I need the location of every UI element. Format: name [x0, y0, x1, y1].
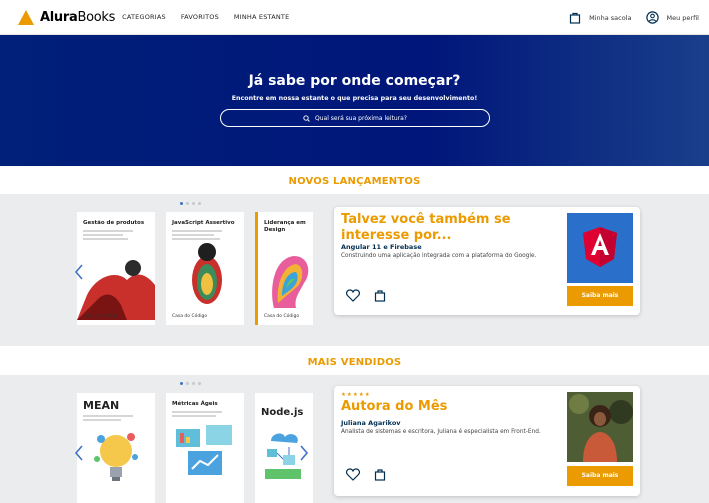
launches-carousel-dots: [180, 202, 204, 205]
logo-icon: [18, 9, 34, 25]
book-illustration: [94, 433, 138, 481]
nav-favoritos[interactable]: FAVORITOS: [181, 13, 219, 21]
book-illustration: [77, 260, 155, 320]
shopping-bag-icon[interactable]: [374, 289, 386, 302]
author-photo: [567, 392, 633, 462]
carousel-dot[interactable]: [186, 382, 189, 385]
launches-title: NOVOS LANÇAMENTOS: [288, 176, 421, 187]
angular-logo-icon: [583, 227, 617, 267]
card-description: Analista de sistemas e escritora, Julian…: [341, 429, 541, 435]
nav-minha-estante[interactable]: MINHA ESTANTE: [234, 13, 289, 21]
book-illustration: [176, 425, 232, 475]
bestsellers-band: MEAN Métricas Ágeis Node.js ★★★★★ Autora…: [0, 375, 709, 503]
book-title: Gestão de produtos: [83, 220, 145, 226]
search-icon: [303, 114, 310, 122]
book-cover[interactable]: Liderança em Design Casa do Código: [255, 212, 313, 325]
book-illustration: [272, 256, 309, 308]
book-publisher: Casa do Código: [264, 314, 300, 319]
card-description: Construindo uma aplicação integrada com …: [341, 253, 537, 259]
recommendation-card: Talvez você também se interesse por... A…: [334, 207, 640, 315]
main-nav: CATEGORIAS FAVORITOS MINHA ESTANTE: [122, 13, 304, 21]
book-title: MEAN: [83, 399, 120, 412]
book-cover[interactable]: Gestão de produtos Casa do Código: [77, 212, 155, 325]
card-subtitle: Juliana Agarikov: [341, 419, 401, 427]
saiba-mais-button[interactable]: Saiba mais: [567, 286, 633, 306]
carousel-dot[interactable]: [198, 382, 201, 385]
user-icon: [645, 11, 659, 24]
nav-categorias[interactable]: CATEGORIAS: [122, 13, 166, 21]
bestsellers-title: MAIS VENDIDOS: [307, 357, 402, 368]
carousel-dot[interactable]: [186, 202, 189, 205]
profile-label: Meu perfil: [666, 13, 700, 22]
book-title: Node.js: [261, 407, 304, 418]
author-photo-image: [567, 392, 633, 462]
card-title: Autora do Mês: [341, 399, 448, 414]
rating-stars: ★★★★★: [341, 392, 371, 398]
heart-icon[interactable]: [346, 468, 360, 481]
carousel-dot[interactable]: [192, 382, 195, 385]
shopping-bag-icon[interactable]: [374, 468, 386, 481]
shopping-bag-icon: [569, 12, 581, 24]
logo-text: AluraBooks: [40, 9, 116, 25]
book-publisher: Casa do Código: [172, 314, 208, 319]
author-card: ★★★★★ Autora do Mês Juliana Agarikov Ana…: [334, 386, 640, 496]
card-subtitle: Angular 11 e Firebase: [341, 243, 422, 251]
carousel-dot[interactable]: [180, 382, 183, 385]
book-cover[interactable]: JavaScript Assertivo Casa do Código: [166, 212, 244, 325]
book-title: Liderança em Design: [264, 220, 306, 233]
book-cover[interactable]: Métricas Ágeis: [166, 393, 244, 503]
search-placeholder: Qual será sua próxima leitura?: [315, 114, 407, 122]
card-title: Talvez você também se interesse por...: [341, 212, 511, 243]
bestsellers-carousel-dots: [180, 382, 204, 385]
book-publisher: Casa do Código: [83, 314, 119, 319]
chevron-right-icon[interactable]: [299, 445, 309, 461]
bag-label: Minha sacola: [589, 13, 632, 22]
hero-subtitle: Encontre em nossa estante o que precisa …: [231, 95, 478, 102]
angular-book-image: [567, 213, 633, 283]
carousel-dot[interactable]: [192, 202, 195, 205]
book-title: JavaScript Assertivo: [172, 220, 235, 226]
launches-band: Gestão de produtos Casa do Código JavaSc…: [0, 194, 709, 346]
hero-title: Já sabe por onde começar?: [248, 73, 461, 89]
heart-icon[interactable]: [346, 289, 360, 302]
chevron-left-icon[interactable]: [74, 445, 84, 461]
book-cover[interactable]: MEAN: [77, 393, 155, 503]
carousel-dot[interactable]: [198, 202, 201, 205]
saiba-mais-button[interactable]: Saiba mais: [567, 466, 633, 486]
bag-link[interactable]: Minha sacola: [569, 12, 632, 24]
book-title: Métricas Ágeis: [172, 401, 218, 407]
book-illustration: [192, 243, 222, 304]
logo[interactable]: AluraBooks: [18, 9, 116, 25]
search-input[interactable]: Qual será sua próxima leitura?: [220, 109, 490, 127]
hero-banner: Já sabe por onde começar? Encontre em no…: [0, 35, 709, 166]
chevron-left-icon[interactable]: [74, 264, 84, 280]
header: AluraBooks CATEGORIAS FAVORITOS MINHA ES…: [0, 0, 709, 35]
carousel-dot[interactable]: [180, 202, 183, 205]
profile-link[interactable]: Meu perfil: [645, 11, 700, 24]
